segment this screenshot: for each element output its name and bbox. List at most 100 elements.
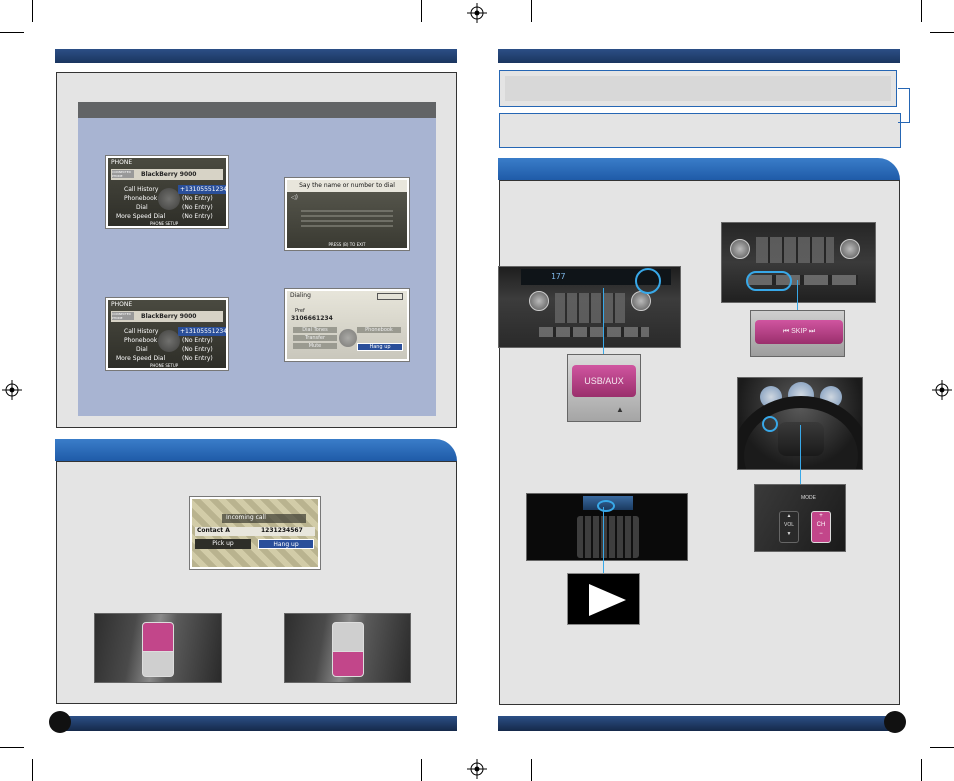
incoming-call-title: Incoming call [222,514,306,523]
hang-up-steering-button-photo [284,613,411,683]
audio-section-tab [498,158,900,180]
usb-aux-closeup: USB/AUX ▲ [567,354,641,422]
crop-mark [32,0,33,22]
pick-up-button[interactable]: Pick up [195,539,251,549]
caller-label: Pref [295,308,305,314]
skip-button-closeup: ⏮ SKIP ⏭ [750,310,845,357]
incoming-contact-number: 1231234567 [261,527,303,534]
pick-up-steering-button-photo [94,613,222,683]
phone-menu-screen: PHONE CONNECTED PHONE BlackBerry 9000 Ca… [106,298,228,370]
phone-menu-item-phonebook[interactable]: Phonebook [124,336,157,345]
hang-up-steering-button [142,651,174,677]
ch-down-icon: − [819,531,823,537]
registration-mark-icon [932,380,952,400]
connected-device: BlackBerry 9000 [141,313,197,320]
radio-display-value: 177 [551,272,566,281]
crop-mark [531,0,532,22]
crop-mark [421,759,422,781]
registration-mark-icon [2,380,22,400]
dialing-title: Dialing [290,292,311,299]
usb-leader-line [603,288,604,354]
control-knob-icon [158,188,180,210]
phone-menu-value: (No Entry) [182,337,213,344]
incoming-hang-up-button[interactable]: Hang up [258,539,314,549]
phone-menu-value: (No Entry) [182,213,213,220]
play-icon [589,584,626,616]
eject-icon: ▲ [616,405,624,414]
wheel-leader-line [800,425,801,484]
climate-buttons [539,327,649,337]
crop-mark [930,747,954,748]
right-page-header-bar [498,49,900,63]
crop-mark [0,747,24,748]
info-box-bracket [898,88,910,123]
crop-mark [531,759,532,781]
vol-down-icon: ▼ [786,531,792,537]
channel-rocker-highlight: + CH − [811,511,831,543]
voice-icon: ◁) [291,194,298,201]
phone-menu-item-speed-dial[interactable]: More Speed Dial [116,354,165,363]
mode-highlight-ring [762,416,778,432]
phone-menu-screen: PHONE CONNECTED PHONE BlackBerry 9000 Ca… [106,156,228,228]
crop-mark [32,759,33,781]
vol-up-icon: ▲ [786,513,792,519]
phone-menu-panel-header [78,102,436,118]
crop-mark [921,759,922,781]
dialing-screen: Dialing Pref 3106661234 Dial Tones Phone… [285,289,409,361]
phone-menu-value: +13105551234 [178,327,228,336]
phonebook-button[interactable]: Phonebook [357,327,401,333]
phone-menu-title: PHONE [111,301,133,308]
crop-mark [0,32,24,33]
voice-dial-title-bar: Say the name or number to dial [287,180,407,192]
mode-label: MODE [801,495,816,501]
ch-label: CH [816,522,826,528]
usb-highlight-ring [635,268,661,294]
phone-menu-item-dial[interactable]: Dial [136,345,148,354]
control-knob-icon [339,329,357,347]
phone-menu-value: (No Entry) [182,204,213,211]
right-page-number-circle [884,711,906,733]
wheel-controls-closeup: MODE ▲ VOL ▼ + CH − [754,484,846,552]
connected-phone-label: CONNECTED PHONE [112,170,134,178]
connected-phone-label: CONNECTED PHONE [112,312,134,320]
mute-button[interactable]: Mute [293,343,337,349]
phone-menu-value: (No Entry) [182,355,213,362]
phone-menu-item-call-history[interactable]: Call History [124,327,158,336]
phone-menu-value: +13105551234 [178,185,228,194]
connected-phone-row: CONNECTED PHONE BlackBerry 9000 [111,311,223,322]
pick-up-label: Pick up [212,540,234,547]
device-keypad [577,516,639,558]
preset-buttons [555,293,625,323]
incoming-contact-row: Contact A 1231234567 [195,527,315,536]
incoming-call-screen: Incoming call Contact A 1231234567 Pick … [190,497,320,569]
phone-menu-item-speed-dial[interactable]: More Speed Dial [116,212,165,221]
play-leader-line [603,507,604,573]
skip-highlight-ring [746,271,792,291]
crop-mark [930,32,954,33]
connected-device: BlackBerry 9000 [141,171,197,178]
skip-label: SKIP [791,328,807,335]
transfer-button[interactable]: Transfer [293,335,337,341]
voice-dial-screen: Say the name or number to dial ◁) PRESS … [285,178,409,250]
skip-forward-icon: ⏭ [806,328,816,335]
signal-icon [377,293,403,300]
play-button-closeup [567,573,640,625]
phone-menu-item-call-history[interactable]: Call History [124,185,158,194]
talk-steering-button [332,622,364,652]
dial-tones-button[interactable]: Dial Tones [293,327,337,333]
phone-menu-item-dial[interactable]: Dial [136,203,148,212]
knob-icon [730,239,750,259]
phone-setup-label: PHONE SETUP [150,221,179,226]
incoming-hang-up-label: Hang up [273,541,299,548]
skip-console-photo [721,222,876,303]
center-console-photo: 177 [498,266,681,348]
phone-menu-item-phonebook[interactable]: Phonebook [124,194,157,203]
hang-up-button[interactable]: Hang up [357,343,403,351]
usb-aux-label: USB/AUX [584,376,624,386]
voice-dial-instructions [301,210,393,228]
usb-aux-button: USB/AUX [572,365,636,397]
phone-setup-label: PHONE SETUP [150,363,179,368]
talk-button-highlight [142,622,174,652]
tune-knob-icon [631,291,651,311]
voice-dial-title: Say the name or number to dial [299,182,395,189]
